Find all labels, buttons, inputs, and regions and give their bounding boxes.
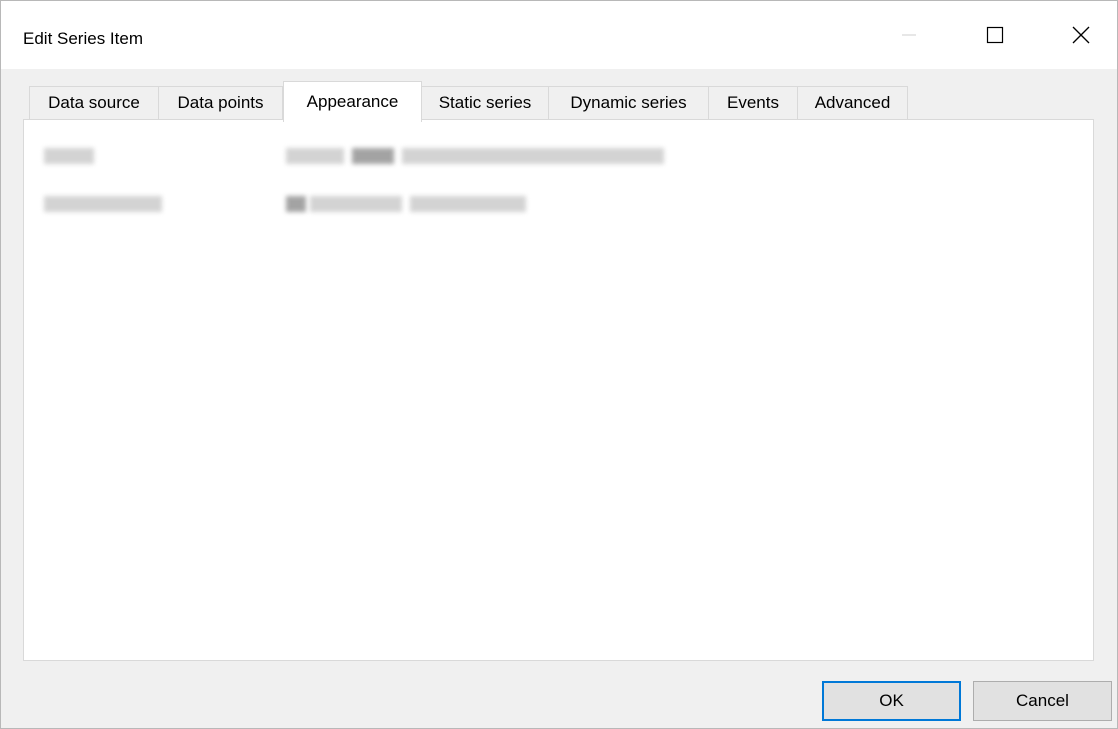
maximize-icon: [986, 26, 1004, 44]
redacted-text: [44, 148, 94, 164]
redacted-text: [286, 148, 344, 164]
redacted-text: [402, 148, 664, 164]
tab-data-source[interactable]: Data source: [29, 86, 159, 119]
redacted-text: [410, 196, 526, 212]
close-icon: [1072, 26, 1090, 44]
redacted-text: [44, 196, 162, 212]
ok-button[interactable]: OK: [822, 681, 961, 721]
redacted-text: [310, 196, 402, 212]
minimize-button[interactable]: [879, 1, 939, 69]
tab-advanced[interactable]: Advanced: [797, 86, 908, 119]
tab-data-points[interactable]: Data points: [158, 86, 283, 119]
window-title: Edit Series Item: [23, 29, 143, 48]
maximize-button[interactable]: [965, 1, 1025, 69]
edit-series-item-dialog: Edit Series Item Data source Data points…: [0, 0, 1118, 729]
close-button[interactable]: [1051, 1, 1111, 69]
redacted-text: [286, 196, 306, 212]
title-bar: Edit Series Item: [1, 1, 1117, 69]
tab-appearance[interactable]: Appearance: [283, 81, 422, 122]
tab-dynamic-series[interactable]: Dynamic series: [548, 86, 709, 119]
tab-events[interactable]: Events: [708, 86, 798, 119]
cancel-button[interactable]: Cancel: [973, 681, 1112, 721]
redacted-text: [352, 148, 394, 164]
minimize-icon: [902, 34, 916, 36]
appearance-panel: [23, 119, 1094, 661]
tab-static-series[interactable]: Static series: [421, 86, 549, 119]
